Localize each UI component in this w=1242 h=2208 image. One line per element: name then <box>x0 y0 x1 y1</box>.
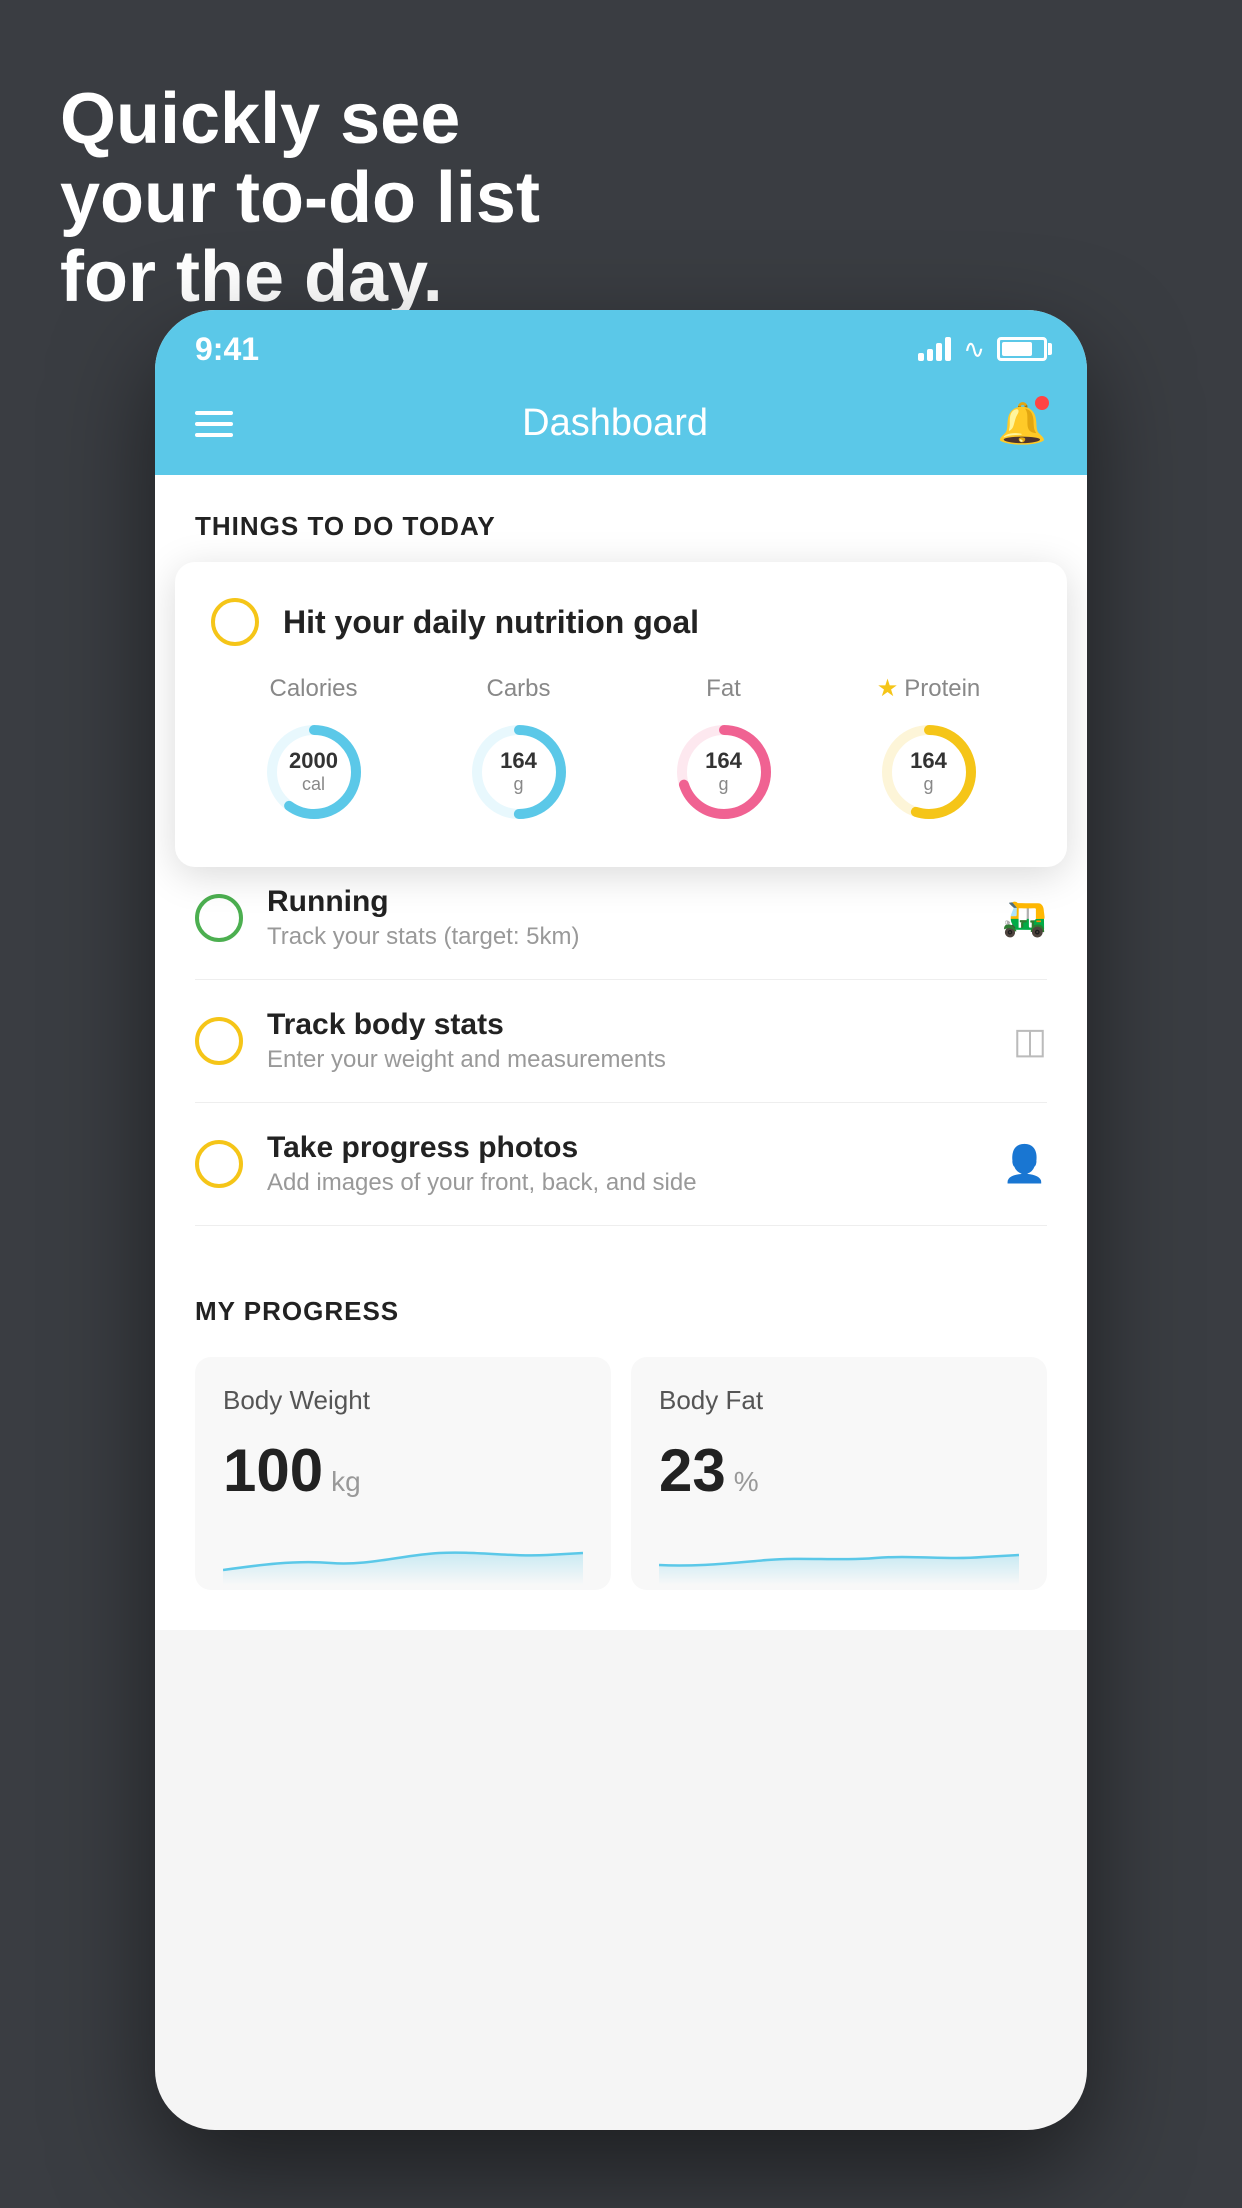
hamburger-menu[interactable] <box>195 411 233 437</box>
body-stats-title: Track body stats <box>267 1008 989 1042</box>
progress-section-title: MY PROGRESS <box>195 1296 1047 1327</box>
body-weight-card[interactable]: Body Weight 100 kg <box>195 1357 611 1590</box>
nutrition-metrics-row: Calories 2000 cal Carbs <box>211 674 1031 827</box>
notification-bell-icon[interactable]: 🔔 <box>997 400 1047 447</box>
main-content: THINGS TO DO TODAY Hit your daily nutrit… <box>155 475 1087 1630</box>
nutrition-card: Hit your daily nutrition goal Calories 2… <box>175 562 1067 867</box>
nav-bar: Dashboard 🔔 <box>155 380 1087 475</box>
fat-label: Fat <box>706 675 741 703</box>
protein-metric: ★ Protein 164 g <box>874 674 984 827</box>
body-fat-number: 23 <box>659 1436 726 1505</box>
running-checkbox[interactable] <box>195 894 243 942</box>
body-stats-text: Track body stats Enter your weight and m… <box>267 1008 989 1074</box>
battery-icon <box>997 337 1047 361</box>
notification-dot <box>1035 396 1049 410</box>
things-to-do-header: THINGS TO DO TODAY <box>155 475 1087 562</box>
body-weight-unit: kg <box>331 1466 361 1498</box>
todo-item-body-stats[interactable]: Track body stats Enter your weight and m… <box>195 980 1047 1103</box>
body-fat-unit: % <box>734 1466 759 1498</box>
body-weight-value-container: 100 kg <box>223 1436 583 1505</box>
body-weight-label: Body Weight <box>223 1385 583 1416</box>
fat-ring: 164 g <box>669 717 779 827</box>
hero-line3: for the day. <box>60 238 540 317</box>
nutrition-title: Hit your daily nutrition goal <box>283 604 699 641</box>
fat-value: 164 g <box>705 748 742 796</box>
body-fat-card[interactable]: Body Fat 23 % <box>631 1357 1047 1590</box>
scale-icon: ◫ <box>1013 1020 1047 1062</box>
phone-frame: 9:41 ∿ Dashboard 🔔 THINGS TO DO TODAY <box>155 310 1087 2130</box>
wifi-icon: ∿ <box>963 334 985 365</box>
photos-title: Take progress photos <box>267 1131 978 1165</box>
protein-ring: 164 g <box>874 717 984 827</box>
body-stats-checkbox[interactable] <box>195 1017 243 1065</box>
carbs-ring: 164 g <box>464 717 574 827</box>
calories-ring: 2000 cal <box>259 717 369 827</box>
photos-subtitle: Add images of your front, back, and side <box>267 1169 978 1197</box>
signal-icon <box>918 337 951 361</box>
protein-label: ★ Protein <box>877 674 981 703</box>
star-icon: ★ <box>877 674 899 703</box>
protein-value: 164 g <box>910 748 947 796</box>
todo-list: Running Track your stats (target: 5km) 🛺… <box>155 857 1087 1226</box>
status-time: 9:41 <box>195 331 259 368</box>
body-fat-value-container: 23 % <box>659 1436 1019 1505</box>
body-weight-number: 100 <box>223 1436 323 1505</box>
calories-metric: Calories 2000 cal <box>259 675 369 827</box>
hero-line2: your to-do list <box>60 159 540 238</box>
nutrition-item-header: Hit your daily nutrition goal <box>211 598 1031 646</box>
status-icons: ∿ <box>918 334 1047 365</box>
person-icon: 👤 <box>1002 1143 1047 1185</box>
carbs-value: 164 g <box>500 748 537 796</box>
carbs-metric: Carbs 164 g <box>464 675 574 827</box>
calories-label: Calories <box>269 675 357 703</box>
nutrition-checkbox[interactable] <box>211 598 259 646</box>
running-subtitle: Track your stats (target: 5km) <box>267 923 978 951</box>
calories-value: 2000 cal <box>289 748 338 796</box>
body-fat-chart <box>659 1525 1019 1585</box>
todo-item-running[interactable]: Running Track your stats (target: 5km) 🛺 <box>195 857 1047 980</box>
status-bar: 9:41 ∿ <box>155 310 1087 380</box>
fat-metric: Fat 164 g <box>669 675 779 827</box>
running-title: Running <box>267 885 978 919</box>
hero-line1: Quickly see <box>60 80 540 159</box>
body-stats-subtitle: Enter your weight and measurements <box>267 1046 989 1074</box>
carbs-label: Carbs <box>486 675 550 703</box>
nav-title: Dashboard <box>522 402 708 445</box>
photos-checkbox[interactable] <box>195 1140 243 1188</box>
body-fat-label: Body Fat <box>659 1385 1019 1416</box>
todo-item-photos[interactable]: Take progress photos Add images of your … <box>195 1103 1047 1226</box>
progress-section: MY PROGRESS Body Weight 100 kg <box>155 1256 1087 1630</box>
progress-cards: Body Weight 100 kg <box>195 1357 1047 1590</box>
hero-text: Quickly see your to-do list for the day. <box>60 80 540 318</box>
running-text: Running Track your stats (target: 5km) <box>267 885 978 951</box>
photos-text: Take progress photos Add images of your … <box>267 1131 978 1197</box>
things-to-do-title: THINGS TO DO TODAY <box>195 511 496 541</box>
body-weight-chart <box>223 1525 583 1585</box>
shoe-icon: 🛺 <box>1002 897 1047 939</box>
